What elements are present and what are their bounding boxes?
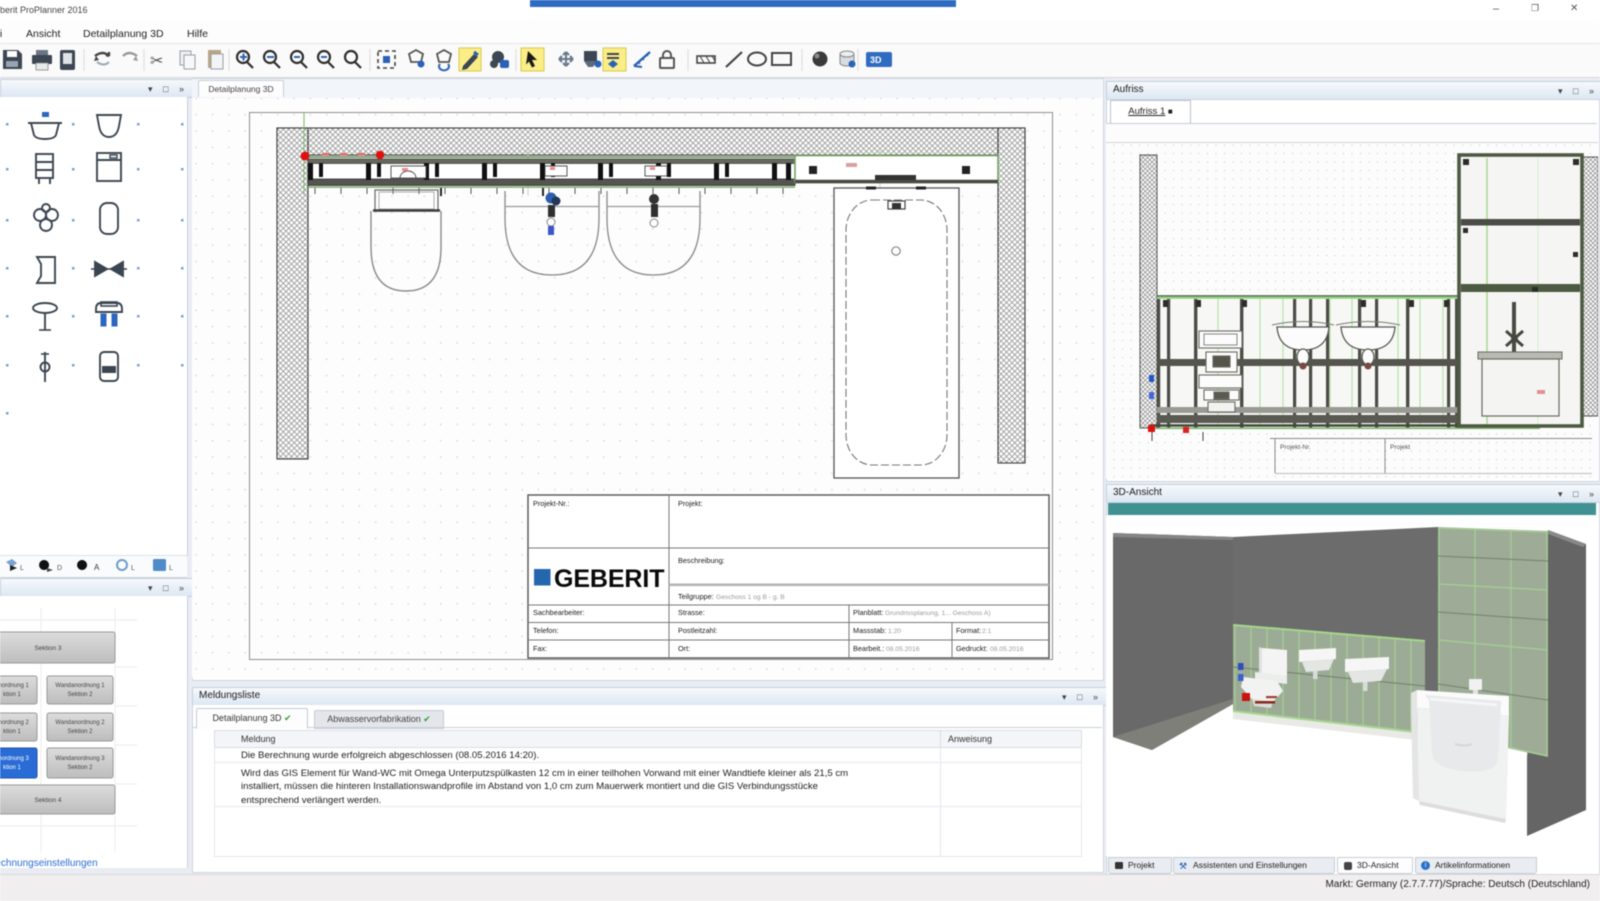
svg-text:D: D — [57, 565, 62, 572]
svg-text:L: L — [131, 565, 135, 572]
svg-text:Gedruckt:: Gedruckt: — [956, 644, 988, 653]
svg-text:Strasse:: Strasse: — [678, 608, 705, 617]
svg-text:2:1: 2:1 — [982, 628, 992, 635]
svg-text:Postleitzahl:: Postleitzahl: — [678, 626, 717, 635]
svg-text:L: L — [20, 565, 24, 572]
svg-text:Teilgruppe:: Teilgruppe: — [678, 592, 714, 601]
svg-text:A: A — [94, 563, 100, 572]
svg-text:L: L — [169, 565, 173, 572]
svg-text:Sektion 2: Sektion 2 — [67, 692, 93, 698]
svg-text:Grundrissplanung, 1... Geschos: Grundrissplanung, 1... Geschoss A) — [885, 610, 991, 617]
svg-text:anordnung 2: anordnung 2 — [0, 720, 30, 726]
svg-text:Wandanordnung 1: Wandanordnung 1 — [55, 683, 105, 689]
svg-text:Sektion 4: Sektion 4 — [34, 797, 61, 804]
svg-text:anordnung 3: anordnung 3 — [0, 756, 30, 762]
svg-text:Projekt-Nr.: Projekt-Nr. — [1280, 444, 1311, 451]
svg-text:Projekt-Nr.:: Projekt-Nr.: — [533, 499, 570, 508]
svg-text:Beschreibung:: Beschreibung: — [678, 556, 725, 565]
svg-text:Bearbeit.:: Bearbeit.: — [853, 644, 884, 653]
svg-text:3D: 3D — [870, 55, 882, 65]
svg-text:rechnungseinstellungen: rechnungseinstellungen — [0, 858, 98, 869]
svg-text:Telefon:: Telefon: — [533, 626, 559, 635]
svg-text:Fax:: Fax: — [533, 644, 547, 653]
svg-text:Sektion 2: Sektion 2 — [67, 765, 93, 771]
svg-text:Sektion 3: Sektion 3 — [34, 645, 61, 652]
svg-text:✂: ✂ — [150, 53, 163, 70]
svg-text:Projekt:: Projekt: — [678, 499, 703, 508]
svg-text:Format:: Format: — [956, 626, 981, 635]
svg-text:Wandanordnung 2: Wandanordnung 2 — [55, 720, 105, 726]
svg-text:Ort:: Ort: — [678, 644, 690, 653]
svg-text:Sachbearbeiter:: Sachbearbeiter: — [533, 608, 585, 617]
svg-text:ktion 1: ktion 1 — [3, 692, 21, 698]
svg-text:08.05.2016: 08.05.2016 — [886, 646, 920, 653]
svg-text:Wandanordnung 3: Wandanordnung 3 — [55, 756, 105, 762]
svg-text:1:20: 1:20 — [888, 628, 901, 635]
svg-text:Massstab:: Massstab: — [853, 626, 886, 635]
svg-text:08.05.2016: 08.05.2016 — [990, 646, 1024, 653]
svg-text:Projekt: Projekt — [1390, 444, 1410, 451]
svg-text:ktion 1: ktion 1 — [3, 765, 21, 771]
svg-text:Sektion 2: Sektion 2 — [67, 729, 93, 735]
svg-text:anordnung 1: anordnung 1 — [0, 683, 30, 689]
svg-text:Planblatt:: Planblatt: — [853, 608, 883, 617]
svg-text:Geschoss 1 og B - g. B: Geschoss 1 og B - g. B — [716, 594, 785, 601]
svg-text:ktion 1: ktion 1 — [3, 729, 21, 735]
svg-text:GEBERIT: GEBERIT — [554, 565, 664, 593]
